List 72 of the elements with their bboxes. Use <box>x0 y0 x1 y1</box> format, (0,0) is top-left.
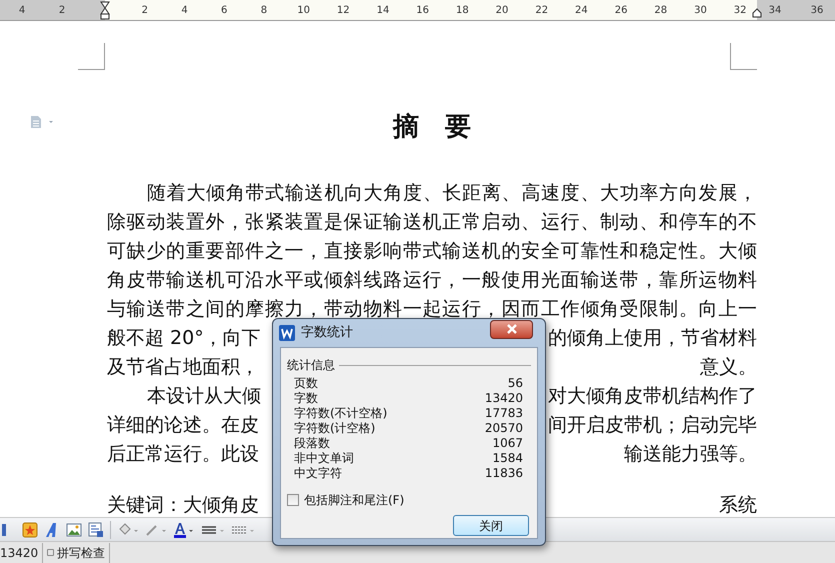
ruler-number: 24 <box>574 4 589 18</box>
paragraph-line: 与输送带之间的摩擦力，带动物料一起运行，因而工作倾角受限制。向上一 <box>107 297 757 322</box>
paragraph-line: 本设计从大倾 <box>146 384 261 409</box>
group-label: 统计信息 <box>287 357 335 374</box>
paragraph-line: 对大倾角皮带机结构作了 <box>548 384 757 409</box>
stat-value: 20570 <box>484 421 523 436</box>
paragraph-line: 意义。 <box>700 355 757 380</box>
stat-value: 1584 <box>492 451 523 466</box>
stat-label: 非中文单词 <box>294 451 354 466</box>
ruler-number: 30 <box>693 4 708 18</box>
document-title: 摘 要 <box>392 112 472 142</box>
stat-value: 56 <box>508 376 523 391</box>
paragraph-line: 详细的论述。在皮 <box>107 413 259 438</box>
ruler-number: 10 <box>296 4 311 18</box>
ruler-number: 4 <box>180 4 189 18</box>
stat-value: 11836 <box>484 466 523 481</box>
stat-value: 13420 <box>484 391 523 406</box>
fill-color-icon[interactable] <box>117 522 139 538</box>
checkbox-label: 包括脚注和尾注(F) <box>304 492 404 509</box>
corner-mark <box>730 43 757 70</box>
paragraph-line: 系统 <box>719 493 757 517</box>
stat-label: 页数 <box>294 376 318 391</box>
text-box-icon[interactable] <box>88 522 104 538</box>
stat-label: 段落数 <box>294 436 330 451</box>
ruler-number: 22 <box>534 4 550 18</box>
spell-check-label: 拼写检查 <box>57 544 106 562</box>
document-icon <box>30 116 54 128</box>
close-dialog-button[interactable]: 关闭 <box>453 515 529 536</box>
app-logo-icon <box>279 325 295 341</box>
ruler-number: 34 <box>768 4 782 18</box>
stat-label: 字数 <box>294 391 318 406</box>
paragraph-line: 间开启皮带机；启动完毕 <box>548 413 757 438</box>
spell-check-status[interactable]: 拼写检查 <box>43 542 110 562</box>
ruler-number: 26 <box>614 4 628 18</box>
paragraph-line: 及节省占地面积， <box>107 355 259 380</box>
image-icon[interactable] <box>66 522 82 538</box>
ruler-number: 8 <box>260 4 268 18</box>
stat-value: 17783 <box>484 406 523 421</box>
ruler-number: 2 <box>140 4 150 18</box>
paragraph-line: 的倾角上使用，节省材料 <box>548 326 757 351</box>
paragraph-line: 可缺少的重要部件之一，直接影响带式输送机的安全可靠性和稳定性。大倾 <box>107 239 757 264</box>
paragraph-line: 除驱动装置外，张紧装置是保证输送机正常启动、运行、制动、和停车的不 <box>107 210 757 235</box>
close-button[interactable] <box>490 320 533 338</box>
star-picture-icon[interactable] <box>22 522 38 538</box>
dialog-title: 字数统计 <box>301 324 354 342</box>
ruler-number: 20 <box>494 4 510 18</box>
stat-label: 字符数(计空格) <box>294 421 376 436</box>
close-icon <box>506 324 518 334</box>
ruler-number: 12 <box>336 4 351 18</box>
paragraph-line: 般不超 20°，向下 <box>107 326 261 351</box>
corner-mark <box>78 43 105 70</box>
footnote-checkbox[interactable]: 包括脚注和尾注(F) <box>287 491 531 509</box>
stat-value: 1067 <box>492 436 523 451</box>
ruler-number: 6 <box>220 4 228 18</box>
paragraph-line: 角皮带输送机可沿水平或倾斜线路运行，一般使用光面输送带，靠所运物料 <box>107 268 757 293</box>
ruler-number: 36 <box>810 4 824 18</box>
status-square-icon <box>47 549 54 556</box>
stat-label: 中文字符 <box>294 466 342 481</box>
ruler-number: 28 <box>653 4 668 18</box>
paragraph-line: 输送能力强等。 <box>624 442 757 467</box>
ruler-number: 16 <box>415 4 430 18</box>
font-color-icon[interactable] <box>173 522 195 538</box>
ruler-number: 14 <box>376 4 390 18</box>
stat-label: 字符数(不计空格) <box>294 406 388 421</box>
paragraph-line: 后正常运行。此设 <box>107 442 259 467</box>
paragraph-line: 关键词：大倾角皮 <box>107 493 259 517</box>
paragraph-line: 随着大倾角带式输送机向大角度、长距离、高速度、大功率方向发展， <box>146 181 757 206</box>
ruler-number: 32 <box>732 4 748 18</box>
ruler-number: 4 <box>18 4 26 18</box>
word-count-status: 13420 <box>0 542 44 562</box>
ruler-number: 2 <box>58 4 66 18</box>
ruler-number: 18 <box>454 4 470 18</box>
